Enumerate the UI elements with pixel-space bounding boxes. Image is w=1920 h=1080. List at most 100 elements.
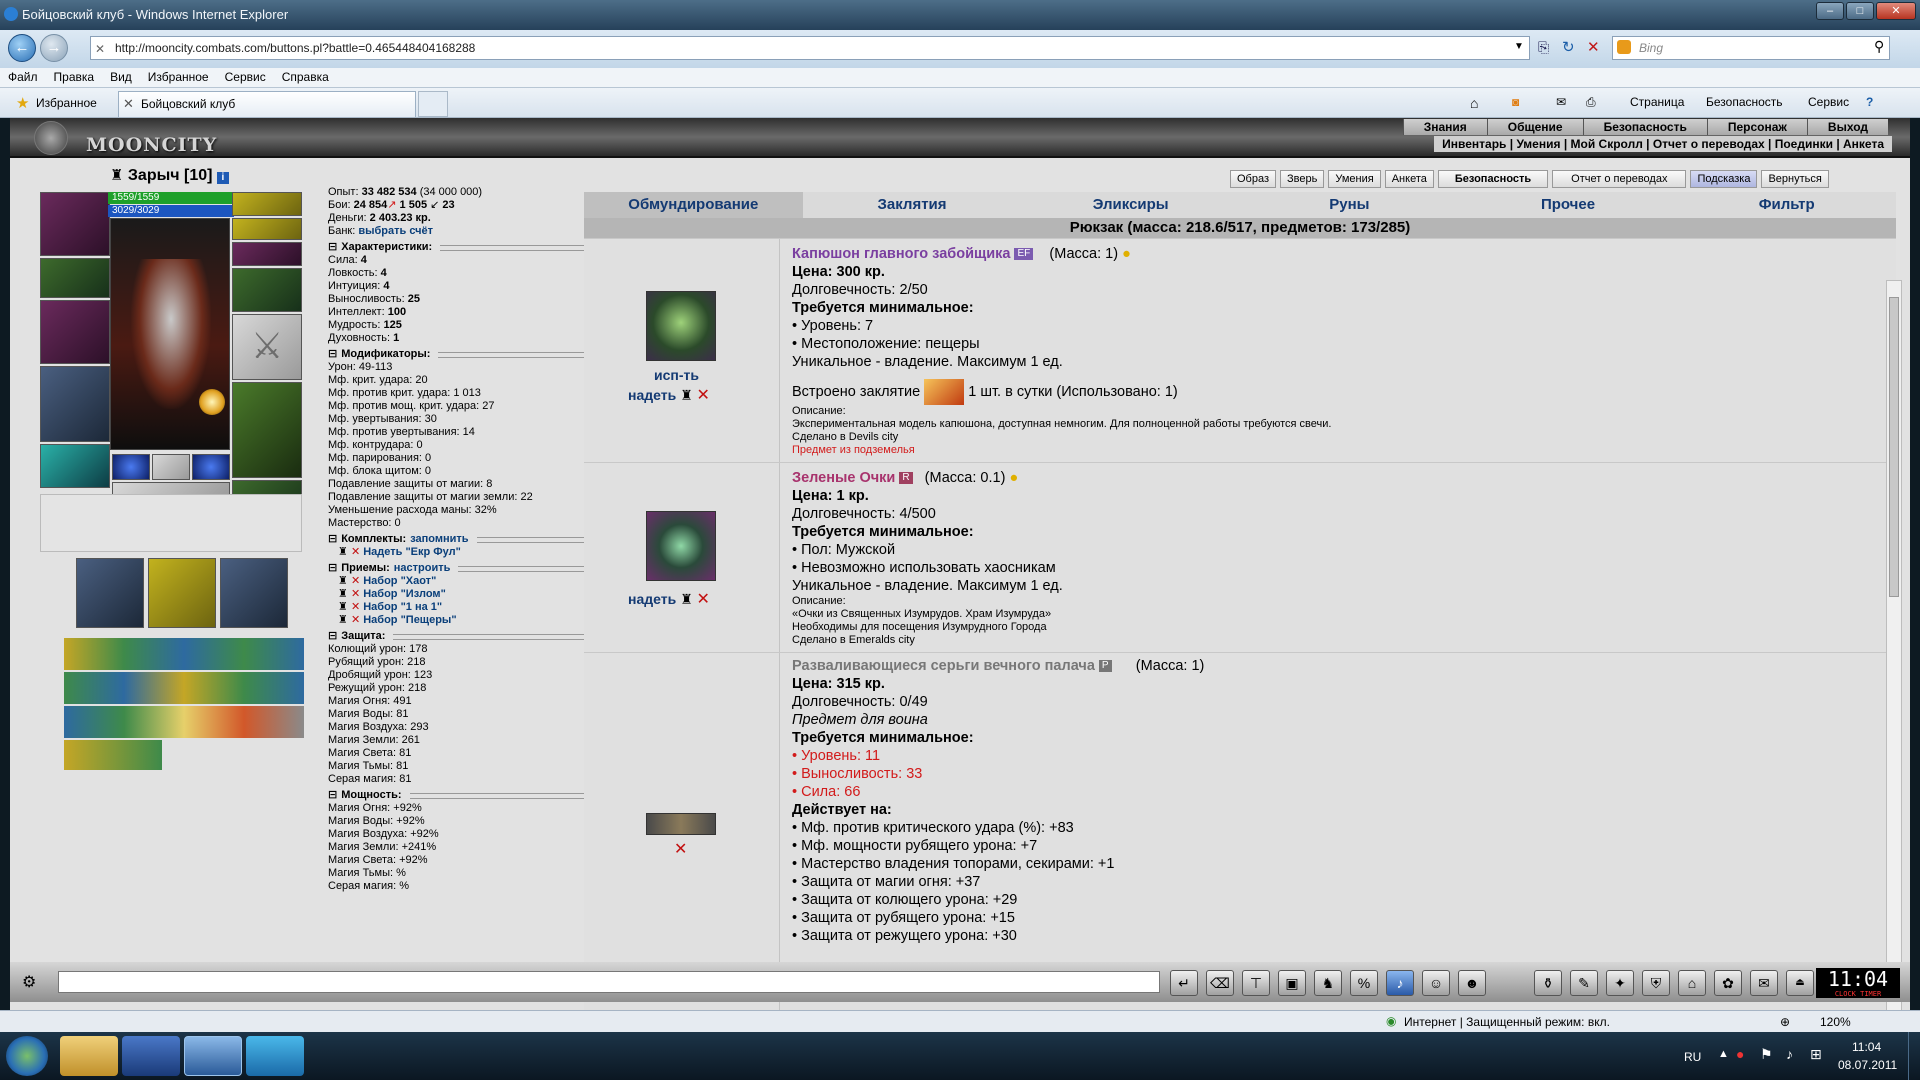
fight-icon[interactable]: ♞ [1314,970,1342,996]
search-input[interactable]: Bing [1612,36,1890,60]
subnav-image[interactable]: Образ [1230,170,1277,188]
chat-icon[interactable]: ✉ [1750,970,1778,996]
item-name[interactable]: Зеленые Очки [792,470,895,486]
subnav-profile[interactable]: Анкета [1384,170,1434,188]
subnav-security[interactable]: Безопасность [1437,170,1549,188]
back-button[interactable]: ← [8,34,36,62]
backpack-slot-1[interactable] [76,558,144,628]
effects-row-2[interactable] [64,672,304,704]
technique-link[interactable]: Набор "Излом" [363,588,446,600]
music-icon[interactable]: ♪ [1386,970,1414,996]
ie-taskbar-icon[interactable] [184,1036,242,1076]
tab-equipment[interactable]: Обмундирование [584,192,803,218]
nav-knowledge[interactable]: Знания [1402,119,1487,135]
delete-set-icon[interactable]: ✕ [351,546,360,558]
search-icon[interactable]: ⚲ [1874,38,1884,55]
slot-shield[interactable]: ⚔ [232,314,302,380]
equip-item-link[interactable]: надеть [628,387,676,403]
delete-technique-icon[interactable]: ✕ [351,575,360,587]
tray-arrow-icon[interactable]: ▲ [1718,1048,1729,1060]
menu-help[interactable]: Справка [274,68,337,86]
slot-rune-2[interactable] [152,454,190,480]
new-tab-button[interactable] [418,91,448,117]
minimize-button[interactable]: – [1816,2,1844,20]
skype-taskbar-icon[interactable] [246,1036,304,1076]
set-link[interactable]: Надеть "Екр Фул" [363,546,461,558]
backpack-slot-3[interactable] [220,558,288,628]
exit-icon[interactable]: ⏏ [1786,970,1814,996]
filter-icon[interactable]: ⊤ [1242,970,1270,996]
send-icon[interactable]: ↵ [1170,970,1198,996]
slot-belt[interactable] [40,444,110,488]
menu-view[interactable]: Вид [102,68,140,86]
stop-icon[interactable]: ✕ [1587,38,1600,56]
sets-header[interactable]: ⊟ Комплекты: запомнить [328,533,594,546]
menu-edit[interactable]: Правка [46,68,103,86]
defense-header[interactable]: ⊟ Защита: [328,630,594,643]
item-name[interactable]: Капюшон главного забойщика [792,246,1010,262]
home-icon[interactable]: ⌂ [1470,95,1478,111]
menu-favorites[interactable]: Избранное [140,68,217,86]
modifiers-header[interactable]: ⊟ Модификаторы: [328,348,594,361]
tab-other[interactable]: Прочее [1458,192,1678,218]
mail-icon[interactable]: ✉ [1556,95,1566,109]
technique-link[interactable]: Набор "1 на 1" [363,601,442,613]
taskbar-time[interactable]: 11:04 [1852,1040,1881,1054]
flag-icon[interactable]: ⚑ [1760,1046,1773,1063]
technique-link[interactable]: Набор "Хаот" [363,575,436,587]
slot-armor[interactable] [40,366,110,442]
gift-icon[interactable]: ♜ [680,591,693,607]
gift-icon[interactable]: ♜ [680,387,693,403]
armor-icon[interactable]: ⛨ [1642,970,1670,996]
taskbar-date[interactable]: 08.07.2011 [1838,1058,1897,1072]
show-desktop-button[interactable] [1908,1032,1920,1080]
subnav-transfers[interactable]: Отчет о переводах [1552,170,1687,188]
slot-gloves[interactable] [232,268,302,312]
tab-filter[interactable]: Фильтр [1677,192,1896,218]
security-zone[interactable]: Интернет | Защищенный режим: вкл. [1404,1015,1610,1029]
delete-technique-icon[interactable]: ✕ [351,588,360,600]
configure-techniques-link[interactable]: настроить [394,562,451,575]
users-icon[interactable]: ☻ [1458,970,1486,996]
slot-amulet[interactable] [232,218,302,240]
chat-settings-icon[interactable]: ⚙ [22,972,36,992]
feeds-icon[interactable]: ◙ [1512,95,1519,109]
slot-weapon[interactable] [40,300,110,364]
use-item-link[interactable]: исп-ть [654,367,699,383]
compat-icon[interactable]: ⎘ [1538,39,1549,56]
help-icon[interactable]: ? [1866,95,1873,109]
smile-icon[interactable]: ☺ [1422,970,1450,996]
subnav-back[interactable]: Вернуться [1761,170,1829,188]
chat-input[interactable] [58,971,1160,993]
menu-file[interactable]: Файл [0,68,46,86]
refresh-icon[interactable]: ↻ [1562,38,1575,56]
tab-spells[interactable]: Заклятия [802,192,1022,218]
subnav-skills[interactable]: Умения [1328,170,1381,188]
power-header[interactable]: ⊟ Мощность: [328,789,594,802]
page-menu[interactable]: Страница [1630,95,1684,109]
nav-exit[interactable]: Выход [1806,119,1888,135]
effects-row-1[interactable] [64,638,304,670]
drop-item-icon[interactable]: ✕ [697,387,710,404]
scrollbar-thumb[interactable] [1889,297,1899,597]
shop-icon[interactable]: ⌂ [1678,970,1706,996]
drop-item-icon[interactable]: ✕ [697,591,710,608]
tab-runes[interactable]: Руны [1240,192,1459,218]
effects-row-3[interactable] [64,706,304,738]
security-menu[interactable]: Безопасность [1706,95,1783,109]
spell-icon[interactable] [924,379,965,405]
sub-nav-links[interactable]: Инвентарь | Умения | Мой Скролл | Отчет … [1434,136,1892,152]
favorites-button[interactable]: Избранное [36,96,97,110]
techniques-header[interactable]: ⊟ Приемы: настроить [328,562,594,575]
save-icon[interactable]: ▣ [1278,970,1306,996]
nav-communication[interactable]: Общение [1486,119,1583,135]
effects-row-4[interactable] [64,740,162,770]
language-indicator[interactable]: RU [1684,1050,1701,1064]
inventory-icon[interactable]: ✿ [1714,970,1742,996]
backpack-slot-2[interactable] [148,558,216,628]
explorer-taskbar-icon[interactable] [60,1036,118,1076]
remember-set-link[interactable]: запомнить [410,533,468,546]
clear-icon[interactable]: ⌫ [1206,970,1234,996]
technique-link[interactable]: Набор "Пещеры" [363,614,456,626]
potion-icon[interactable]: ⚱ [1534,970,1562,996]
